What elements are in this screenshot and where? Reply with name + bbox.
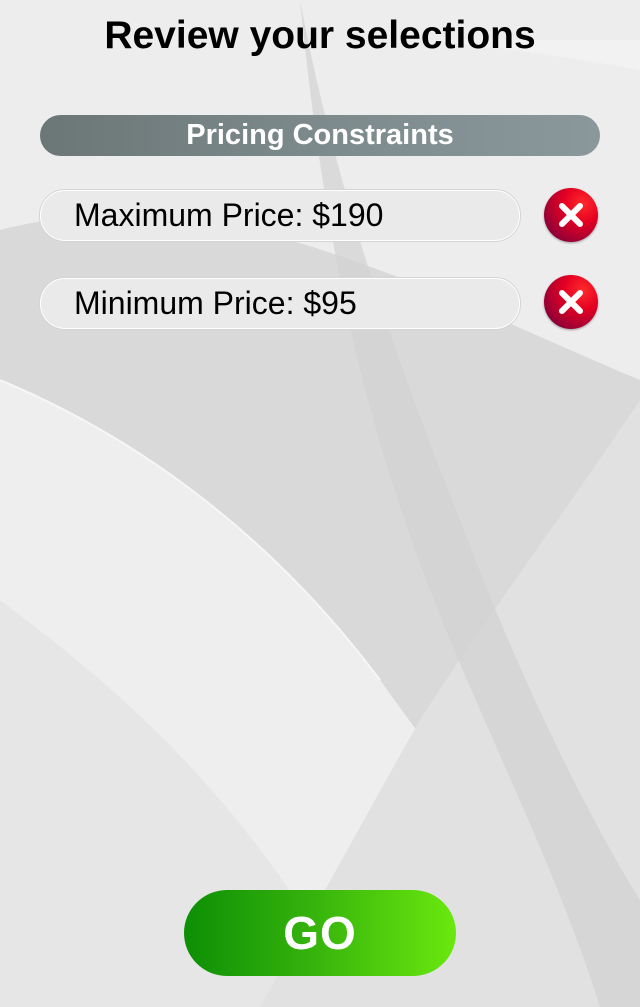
constraint-item-maximum-price: Maximum Price: $190	[40, 190, 520, 241]
close-icon	[559, 203, 583, 227]
page-title: Review your selections	[104, 14, 536, 57]
constraint-label: Minimum Price: $95	[74, 285, 357, 321]
constraint-label: Maximum Price: $190	[74, 197, 384, 233]
close-icon	[559, 290, 583, 314]
constraint-item-minimum-price: Minimum Price: $95	[40, 278, 520, 329]
section-header-pricing-constraints: Pricing Constraints	[40, 115, 600, 156]
remove-constraint-button[interactable]	[544, 275, 598, 329]
remove-constraint-button[interactable]	[544, 188, 598, 242]
go-button[interactable]: GO	[184, 890, 456, 976]
